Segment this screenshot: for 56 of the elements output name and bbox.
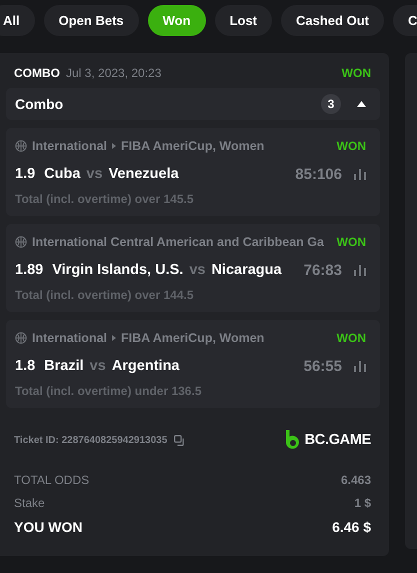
home-team: Cuba: [44, 166, 80, 182]
basketball-icon: [15, 332, 27, 344]
away-team: Venezuela: [108, 166, 179, 182]
stats-icon[interactable]: [354, 168, 366, 180]
brand-logo-icon: [286, 430, 300, 450]
leg-odds: 1.9: [15, 166, 36, 182]
home-team: Brazil: [44, 358, 84, 374]
bet-market: Total (incl. overtime) over 144.5: [15, 288, 195, 302]
leg-status: WON: [336, 235, 366, 249]
bet-status: WON: [342, 66, 371, 80]
summary-label: TOTAL ODDS: [14, 472, 90, 486]
caret-icon: [112, 143, 116, 149]
basketball-icon: [15, 140, 27, 152]
filter-tab[interactable]: Lost: [214, 5, 272, 36]
match-score: 56:55: [304, 358, 342, 374]
match-score: 85:106: [295, 166, 342, 182]
summary-label: Stake: [14, 496, 45, 510]
away-team: Argentina: [112, 358, 180, 374]
leg-odds: 1.89: [15, 262, 44, 278]
versus-label: vs: [86, 166, 103, 182]
summary-label: YOU WON: [14, 519, 82, 535]
bet-market: Total (incl. overtime) under 136.5: [15, 384, 202, 398]
bet-type: COMBO: [14, 66, 60, 80]
copy-icon[interactable]: [174, 434, 186, 446]
league-country: International: [32, 139, 108, 153]
caret-icon: [112, 335, 116, 341]
league-country: International: [32, 331, 108, 345]
leg-count: 3: [321, 94, 341, 114]
ticket-id: Ticket ID: 2287640825942913035: [14, 434, 168, 446]
summary-value: 6.46 $: [332, 519, 371, 535]
home-team: Virgin Islands, U.S.: [52, 262, 184, 278]
combo-header[interactable]: Combo 3: [6, 88, 380, 120]
filter-tab[interactable]: Open Bets: [44, 5, 139, 36]
brand-name: BC.GAME: [304, 432, 371, 448]
collapse-icon[interactable]: [357, 101, 366, 107]
summary-value: 1 $: [354, 496, 371, 510]
leg-odds: 1.8: [15, 358, 36, 374]
league-name: FIBA AmeriCup, Women: [121, 139, 264, 153]
bet-market: Total (incl. overtime) over 145.5: [15, 192, 195, 206]
basketball-icon: [15, 236, 27, 248]
away-team: Nicaragua: [211, 262, 282, 278]
combo-title: Combo: [15, 96, 64, 112]
league-country: International Central American and Caribbean Ga: [32, 235, 324, 249]
versus-label: vs: [189, 262, 206, 278]
versus-label: vs: [90, 358, 106, 374]
leg-status: WON: [336, 139, 366, 153]
leg-status: WON: [336, 331, 366, 345]
filter-tab[interactable]: C: [392, 5, 417, 36]
filter-tab[interactable]: All: [0, 5, 35, 36]
stats-icon[interactable]: [354, 264, 366, 276]
filter-tab[interactable]: Cashed Out: [281, 5, 384, 36]
stats-icon[interactable]: [354, 360, 366, 372]
summary-value: 6.463: [340, 472, 371, 486]
match-score: 76:83: [304, 262, 342, 278]
bet-date: Jul 3, 2023, 20:23: [66, 66, 162, 80]
league-name: FIBA AmeriCup, Women: [121, 331, 264, 345]
